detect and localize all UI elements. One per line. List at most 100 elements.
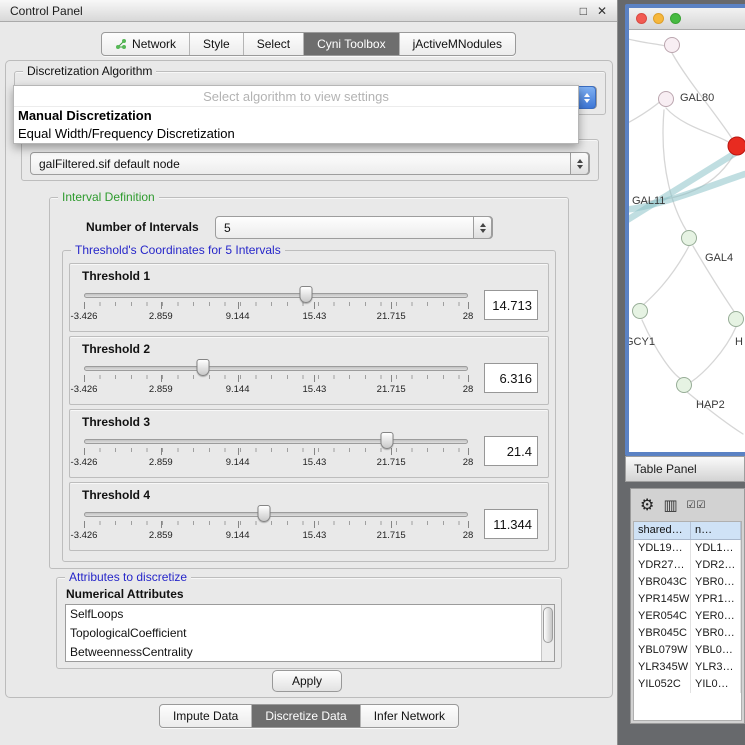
network-tab-icon [115,38,127,50]
tab-style[interactable]: Style [190,33,244,55]
table-row[interactable]: YBR043CYBR0… [634,574,741,591]
threshold-slider[interactable]: -3.4262.8599.14415.4321.71528 [84,357,468,399]
algorithm-option-equal-width[interactable]: Equal Width/Frequency Discretization [14,125,578,143]
slider-major-tick [84,448,85,455]
table-row[interactable]: YPR145WYPR1… [634,591,741,608]
threshold-value-input[interactable]: 11.344 [484,509,538,539]
tab-infer-network[interactable]: Infer Network [361,705,458,727]
number-of-intervals-select[interactable]: 5 [215,216,493,239]
threshold-value-input[interactable]: 14.713 [484,290,538,320]
slider-major-tick [468,302,469,309]
interval-group-title: Interval Definition [58,190,159,204]
attributes-group: Attributes to discretize Numerical Attri… [56,577,562,669]
slider-scale-label: 21.715 [377,311,406,322]
apply-button[interactable]: Apply [272,670,342,692]
threshold-panel: Threshold 3-3.4262.8599.14415.4321.71528… [69,409,549,478]
combo-stepper-icon[interactable] [577,86,596,109]
slider-scale-label: 28 [463,311,474,322]
scrollbar-thumb[interactable] [543,607,553,643]
network-node[interactable] [632,303,648,319]
network-node[interactable] [664,37,680,53]
table-row[interactable]: YLR345WYLR3… [634,659,741,676]
columns-icon[interactable]: ▥ [663,496,677,514]
close-window-icon[interactable]: ✕ [597,4,607,18]
algorithm-placeholder: Select algorithm to view settings [14,86,578,107]
number-of-intervals-label: Number of Intervals [86,220,199,234]
slider-scale-label: 21.715 [377,530,406,541]
combo-stepper-icon[interactable] [473,216,492,239]
slider-handle[interactable] [258,505,271,522]
threshold-value-input[interactable]: 21.4 [484,436,538,466]
attributes-scrollbar[interactable] [541,605,554,661]
network-canvas[interactable]: GAL80 GAL11 GAL4 GCY1 H HAP2 [629,30,745,452]
zoom-button[interactable] [670,13,681,24]
threshold-panel: Threshold 1-3.4262.8599.14415.4321.71528… [69,263,549,332]
slider-major-tick [314,448,315,455]
tab-select[interactable]: Select [244,33,304,55]
tab-impute-data[interactable]: Impute Data [160,705,252,727]
attributes-list: SelfLoopsTopologicalCoefficientBetweenne… [66,605,554,662]
tab-jactivemnodules[interactable]: jActiveMNodules [400,33,515,55]
network-node-label: HAP2 [696,399,725,411]
slider-handle[interactable] [299,286,312,303]
attribute-list-item[interactable]: TopologicalCoefficient [66,624,554,643]
table-data-select-value: galFiltered.sif default node [39,157,180,171]
combo-stepper-icon[interactable] [570,152,589,175]
table-row[interactable]: YBL079WYBL0… [634,642,741,659]
network-node-label: GAL4 [705,252,733,264]
threshold-slider[interactable]: -3.4262.8599.14415.4321.71528 [84,503,468,545]
column-header-name[interactable]: n… [691,522,741,539]
attribute-list-item[interactable]: BetweennessCentrality [66,643,554,662]
threshold-slider[interactable]: -3.4262.8599.14415.4321.71528 [84,430,468,472]
table-row[interactable]: YDR27…YDR2… [634,557,741,574]
slider-handle[interactable] [381,432,394,449]
table-panel-title: Table Panel [634,462,697,476]
control-panel-titlebar[interactable]: Control Panel □ ✕ [0,0,617,22]
algorithm-option-manual[interactable]: Manual Discretization [14,107,578,125]
attributes-listbox[interactable]: SelfLoopsTopologicalCoefficientBetweenne… [65,604,555,662]
network-node[interactable] [676,377,692,393]
tab-label: Impute Data [173,709,238,723]
table-panel-titlebar[interactable]: Table Panel [625,456,745,482]
thresholds-container: Threshold 1-3.4262.8599.14415.4321.71528… [69,263,549,551]
minimize-button[interactable] [653,13,664,24]
table-row[interactable]: YDL19…YDL1… [634,540,741,557]
slider-major-tick [314,521,315,528]
cyni-bottom-tabbar: Impute Data Discretize Data Infer Networ… [0,704,618,728]
table-cell: YBR0… [691,574,741,591]
column-header-shared-name[interactable]: shared… [634,522,691,539]
network-window-titlebar[interactable] [629,8,745,30]
network-node[interactable] [728,311,744,327]
slider-track [84,366,468,371]
table-row[interactable]: YER054CYER0… [634,608,741,625]
float-window-icon[interactable]: □ [580,4,587,18]
network-node[interactable] [658,91,674,107]
slider-scale-label: -3.426 [71,311,98,322]
slider-scale-label: 9.144 [226,530,250,541]
slider-scale-label: 9.144 [226,457,250,468]
network-node-label: GCY1 [629,336,655,348]
select-columns-icon[interactable]: ☑☑ [687,500,707,511]
threshold-label: Threshold 2 [82,342,538,356]
slider-major-tick [238,521,239,528]
slider-handle[interactable] [197,359,210,376]
table-cell: YPR145W [634,591,691,608]
close-button[interactable] [636,13,647,24]
tab-network[interactable]: Network [102,33,190,55]
tab-discretize-data[interactable]: Discretize Data [252,705,360,727]
table-cell: YPR1… [691,591,741,608]
network-node[interactable] [681,230,697,246]
threshold-slider[interactable]: -3.4262.8599.14415.4321.71528 [84,284,468,326]
table-cell: YBR043C [634,574,691,591]
threshold-value-input[interactable]: 6.316 [484,363,538,393]
network-node-selected[interactable] [728,137,745,156]
attribute-list-item[interactable]: SelfLoops [66,605,554,624]
slider-major-tick [84,521,85,528]
table-row[interactable]: YIL052CYIL0… [634,676,741,693]
table-cell: YBL079W [634,642,691,659]
tab-label: Discretize Data [265,709,346,723]
table-data-select[interactable]: galFiltered.sif default node [30,152,590,175]
table-row[interactable]: YBR045CYBR0… [634,625,741,642]
tab-cyni-toolbox[interactable]: Cyni Toolbox [304,33,399,55]
settings-gear-icon[interactable]: ⚙ [640,495,654,515]
